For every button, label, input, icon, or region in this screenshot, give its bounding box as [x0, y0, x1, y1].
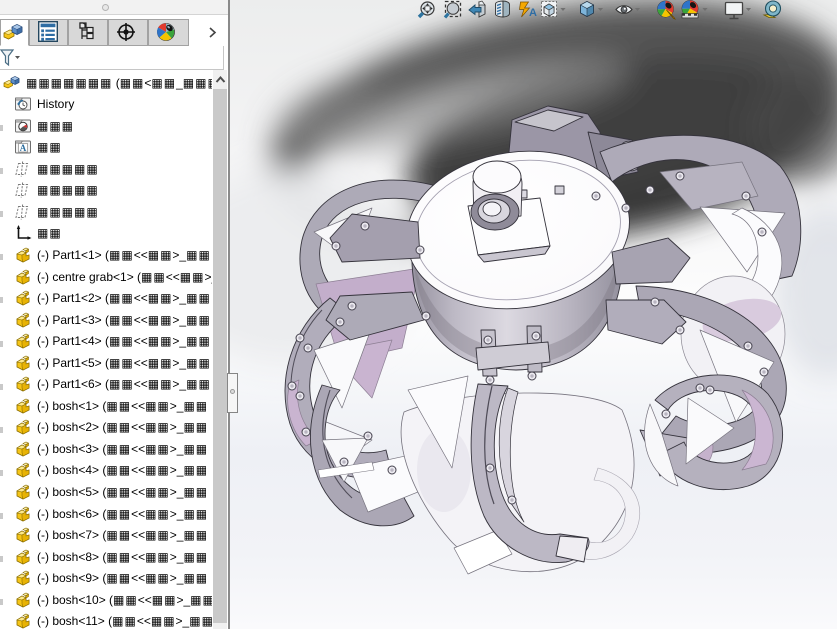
svg-text:A: A	[529, 7, 537, 19]
